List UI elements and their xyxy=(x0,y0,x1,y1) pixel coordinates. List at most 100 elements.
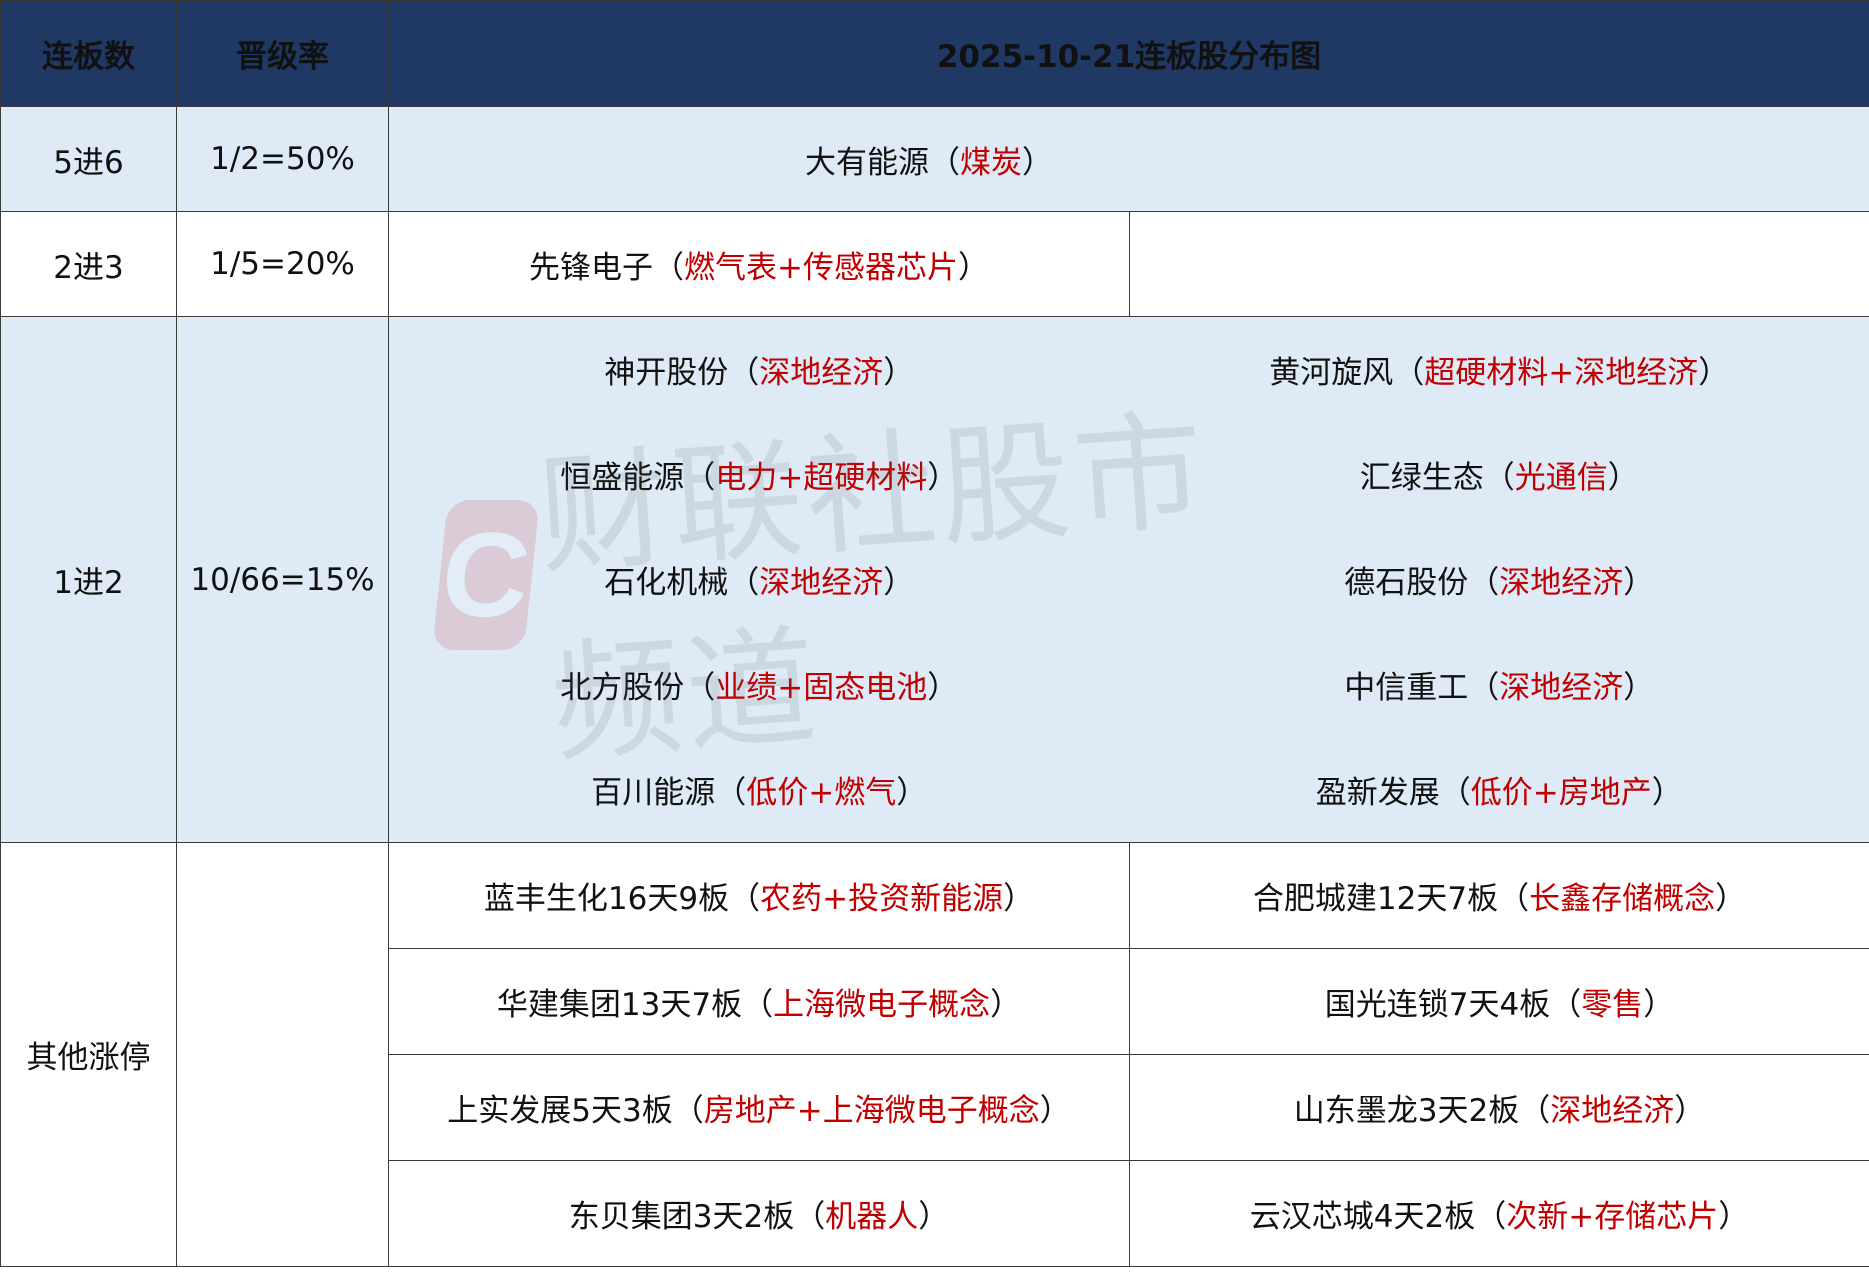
stock-cell: 东贝集团3天2板（机器人） xyxy=(388,1160,1130,1267)
stock-name: 盈新发展 xyxy=(1315,775,1440,811)
stock-entry: 北方股份（业绩+固态电池） xyxy=(560,670,958,706)
stock-cell: 德石股份（深地经济） xyxy=(1129,527,1869,632)
paren-open: （ xyxy=(1498,881,1530,917)
header-rate: 晋级率 xyxy=(176,0,389,107)
stock-cell: 百川能源（低价+燃气） xyxy=(388,737,1130,843)
paren-open: （ xyxy=(742,987,774,1023)
stock-cell: 石化机械（深地经济） xyxy=(388,527,1130,632)
stock-cell: 黄河旋风（超硬材料+深地经济） xyxy=(1129,316,1869,422)
empty-cell xyxy=(1128,211,1869,317)
paren-close: ） xyxy=(1643,987,1675,1023)
stock-entry: 黄河旋风（超硬材料+深地经济） xyxy=(1269,355,1729,391)
stock-name: 中信重工 xyxy=(1344,670,1469,706)
concept-tag: 机器人 xyxy=(825,1199,919,1235)
stock-name: 黄河旋风 xyxy=(1269,355,1394,391)
row-label: 1进2 xyxy=(0,316,177,843)
stock-entry: 华建集团13天7板（上海微电子概念） xyxy=(497,987,1021,1023)
limit-up-board-table: 连板数 晋级率 2025-10-21连板股分布图 5进6 1/2=50% 大有能… xyxy=(0,0,1869,1267)
stock-name: 上实发展5天3板 xyxy=(447,1093,673,1129)
stock-name: 北方股份 xyxy=(560,670,685,706)
paren-open: （ xyxy=(1393,355,1425,391)
paren-open: （ xyxy=(715,775,747,811)
stock-cell: 云汉芯城4天2板（次新+存储芯片） xyxy=(1128,1160,1869,1267)
stock-entry: 汇绿生态（光通信） xyxy=(1360,460,1639,496)
paren-close: ） xyxy=(1623,670,1655,706)
paren-open: （ xyxy=(794,1199,826,1235)
stock-cell: 神开股份（深地经济） xyxy=(388,316,1130,422)
concept-tag: 业绩+固态电池 xyxy=(715,670,928,706)
stock-name: 东贝集团3天2板 xyxy=(568,1199,795,1235)
stock-entry: 百川能源（低价+燃气） xyxy=(591,775,927,811)
stock-cell: 合肥城建12天7板（长鑫存储概念） xyxy=(1128,842,1869,949)
paren-open: （ xyxy=(1550,987,1582,1023)
stock-entry: 山东墨龙3天2板（深地经济） xyxy=(1294,1093,1705,1129)
stock-entry: 恒盛能源（电力+超硬材料） xyxy=(560,460,958,496)
stock-cell: 恒盛能源（电力+超硬材料） xyxy=(388,422,1130,527)
stock-entry: 国光连锁7天4板（零售） xyxy=(1325,987,1674,1023)
row-5to6: 5进6 1/2=50% 大有能源（煤炭） xyxy=(0,106,1869,212)
concept-tag: 深地经济 xyxy=(1550,1093,1675,1129)
paren-open: （ xyxy=(929,144,960,181)
stock-cell: 蓝丰生化16天9板（农药+投资新能源） xyxy=(388,842,1130,949)
paren-close: ） xyxy=(918,1199,950,1235)
paren-close: ） xyxy=(1718,1199,1750,1235)
paren-close: ） xyxy=(1651,775,1683,811)
paren-close: ） xyxy=(990,987,1022,1023)
concept-tag: 次新+存储芯片 xyxy=(1506,1199,1719,1235)
concept-tag: 深地经济 xyxy=(759,565,884,601)
paren-open: （ xyxy=(1475,1199,1507,1235)
stock-entry: 德石股份（深地经济） xyxy=(1344,565,1654,601)
concept-tag: 长鑫存储概念 xyxy=(1529,881,1716,917)
stock-entry: 大有能源（煤炭） xyxy=(805,145,1053,181)
row-rate: 1/2=50% xyxy=(176,106,389,212)
paren-open: （ xyxy=(684,460,716,496)
paren-close: ） xyxy=(1623,565,1655,601)
stock-cell: 山东墨龙3天2板（深地经济） xyxy=(1128,1054,1869,1161)
row-rate xyxy=(176,842,389,1267)
paren-close: ） xyxy=(1607,460,1639,496)
paren-open: （ xyxy=(1483,460,1515,496)
paren-open: （ xyxy=(1468,565,1500,601)
concept-tag: 电力+超硬材料 xyxy=(715,460,928,496)
paren-open: （ xyxy=(1519,1093,1551,1129)
concept-tag: 低价+房地产 xyxy=(1470,775,1652,811)
concept-tag: 燃气表+传感器芯片 xyxy=(684,249,958,286)
stock-name: 合肥城建12天7板 xyxy=(1252,881,1499,917)
stock-name: 石化机械 xyxy=(604,565,729,601)
paren-close: ） xyxy=(1003,881,1035,917)
row-label: 其他涨停 xyxy=(0,842,177,1267)
stock-entry: 中信重工（深地经济） xyxy=(1344,670,1654,706)
paren-open: （ xyxy=(672,1093,704,1129)
paren-close: ） xyxy=(927,670,959,706)
row-label: 2进3 xyxy=(0,211,177,317)
stock-entry: 蓝丰生化16天9板（农药+投资新能源） xyxy=(484,881,1034,917)
stock-name: 百川能源 xyxy=(591,775,716,811)
stock-name: 恒盛能源 xyxy=(560,460,685,496)
paren-close: ） xyxy=(1698,355,1730,391)
concept-tag: 深地经济 xyxy=(1499,565,1624,601)
stock-entry: 合肥城建12天7板（长鑫存储概念） xyxy=(1253,881,1746,917)
stock-name: 德石股份 xyxy=(1344,565,1469,601)
paren-open: （ xyxy=(653,249,684,286)
stock-cell: 北方股份（业绩+固态电池） xyxy=(388,632,1130,737)
paren-open: （ xyxy=(1468,670,1500,706)
paren-open: （ xyxy=(1439,775,1471,811)
paren-close: ） xyxy=(957,249,989,286)
header-boards: 连板数 xyxy=(0,0,177,107)
row-2to3: 2进3 1/5=20% 先锋电子（燃气表+传感器芯片） xyxy=(0,211,1869,317)
stock-entry: 上实发展5天3板（房地产+上海微电子概念） xyxy=(447,1093,1070,1129)
stock-cell: 盈新发展（低价+房地产） xyxy=(1129,737,1869,843)
header-title: 2025-10-21连板股分布图 xyxy=(387,0,1869,107)
stock-entry: 石化机械（深地经济） xyxy=(604,565,914,601)
stock-name: 先锋电子 xyxy=(529,249,653,286)
paren-close: ） xyxy=(883,355,915,391)
stock-name: 神开股份 xyxy=(604,355,729,391)
row-others: 其他涨停 蓝丰生化16天9板（农药+投资新能源） 合肥城建12天7板（长鑫存储概… xyxy=(0,842,1869,1267)
concept-tag: 零售 xyxy=(1581,987,1644,1023)
paren-open: （ xyxy=(728,565,760,601)
stock-cell: 中信重工（深地经济） xyxy=(1129,632,1869,737)
concept-tag: 煤炭 xyxy=(960,144,1022,181)
paren-close: ） xyxy=(1715,881,1747,917)
concept-tag: 光通信 xyxy=(1514,460,1608,496)
concept-tag: 房地产+上海微电子概念 xyxy=(703,1093,1040,1129)
